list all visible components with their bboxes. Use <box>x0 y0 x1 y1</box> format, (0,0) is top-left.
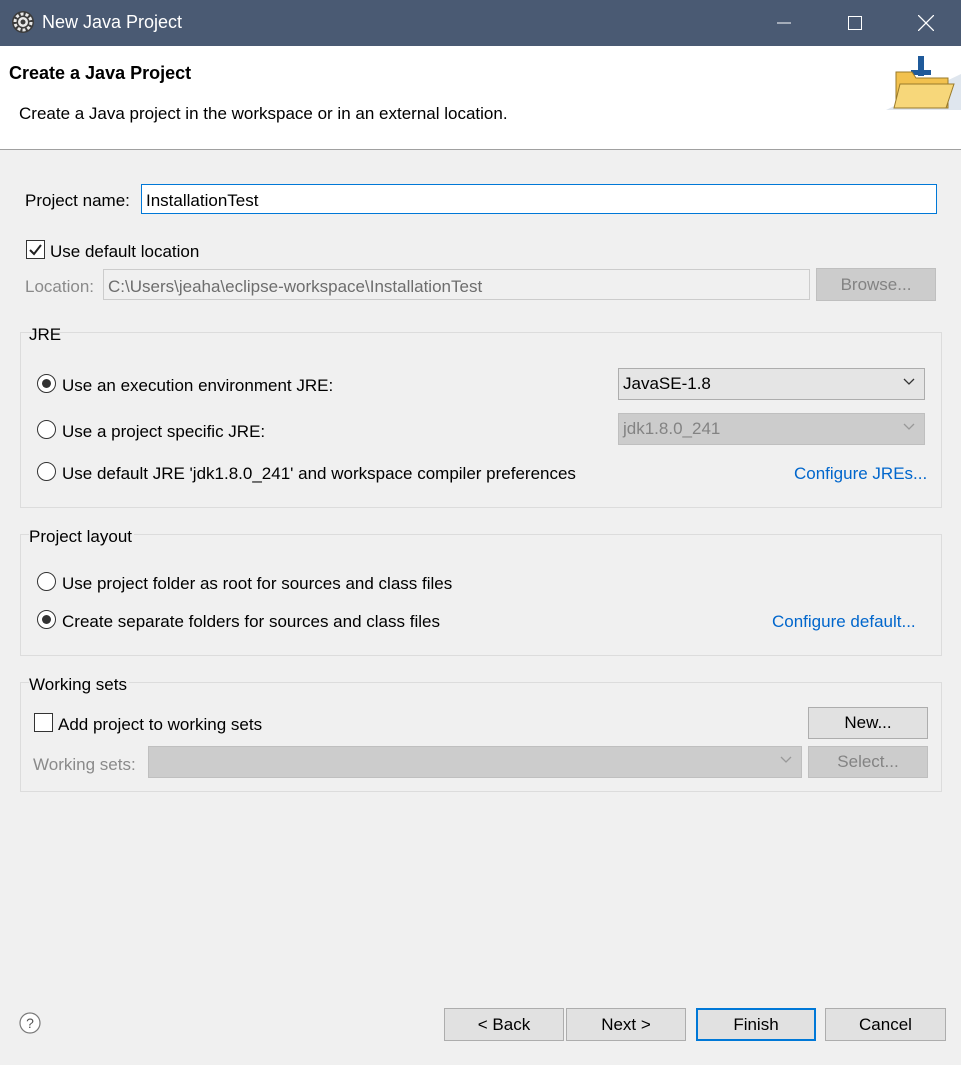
project-name-label: Project name: <box>25 191 130 210</box>
execution-env-value: JavaSE-1.8 <box>623 374 711 393</box>
close-icon <box>918 15 934 31</box>
layout-root-folder-label: Use project folder as root for sources a… <box>62 574 453 593</box>
maximize-button[interactable] <box>821 0 889 46</box>
select-working-sets-button[interactable]: Select... <box>808 746 928 778</box>
jre-group-label: JRE <box>29 325 62 344</box>
layout-separate-folders-radio[interactable] <box>37 610 56 629</box>
project-specific-jre-value: jdk1.8.0_241 <box>623 419 721 438</box>
jre-project-specific-radio[interactable] <box>37 420 56 439</box>
location-input[interactable]: C:\Users\jeaha\eclipse-workspace\Install… <box>103 269 810 300</box>
minimize-icon <box>777 22 791 24</box>
add-to-working-sets-checkbox[interactable] <box>34 713 53 732</box>
minimize-button[interactable] <box>750 0 818 46</box>
chevron-down-icon <box>903 423 915 430</box>
back-button[interactable]: < Back <box>444 1008 564 1041</box>
browse-button[interactable]: Browse... <box>816 268 936 301</box>
checkmark-icon <box>29 244 42 256</box>
use-default-location-label: Use default location <box>50 242 200 261</box>
close-button[interactable] <box>892 0 960 46</box>
configure-jres-link[interactable]: Configure JREs... <box>794 464 927 484</box>
title-bar: New Java Project <box>0 0 961 46</box>
window-title: New Java Project <box>42 12 183 32</box>
project-name-value: InstallationTest <box>146 191 259 210</box>
next-button[interactable]: Next > <box>566 1008 686 1041</box>
cancel-button[interactable]: Cancel <box>825 1008 946 1041</box>
add-to-working-sets-label: Add project to working sets <box>58 715 263 734</box>
jre-execution-env-label: Use an execution environment JRE: <box>62 376 334 395</box>
wizard-header: Create a Java Project Create a Java proj… <box>0 46 961 150</box>
configure-default-link[interactable]: Configure default... <box>772 612 916 632</box>
use-default-location-checkbox[interactable] <box>26 240 45 259</box>
chevron-down-icon <box>780 756 792 763</box>
project-layout-group <box>20 534 942 656</box>
project-specific-jre-select[interactable]: jdk1.8.0_241 <box>618 413 925 445</box>
layout-root-folder-radio[interactable] <box>37 572 56 591</box>
help-icon[interactable]: ? <box>19 1012 41 1034</box>
location-label: Location: <box>25 277 94 296</box>
location-value: C:\Users\jeaha\eclipse-workspace\Install… <box>108 277 483 296</box>
execution-env-select[interactable]: JavaSE-1.8 <box>618 368 925 400</box>
eclipse-gear-icon <box>12 11 34 33</box>
button-bar: ? < Back Next > Finish Cancel <box>0 984 961 1065</box>
page-title: Create a Java Project <box>9 63 192 83</box>
finish-button[interactable]: Finish <box>696 1008 816 1041</box>
java-project-folder-icon <box>886 56 961 110</box>
page-description: Create a Java project in the workspace o… <box>19 104 508 123</box>
working-sets-group-label: Working sets <box>29 675 129 695</box>
jre-execution-env-radio[interactable] <box>37 374 56 393</box>
svg-text:?: ? <box>26 1015 34 1031</box>
jre-project-specific-label: Use a project specific JRE: <box>62 422 266 441</box>
new-working-set-button[interactable]: New... <box>808 707 928 739</box>
project-layout-group-label: Project layout <box>29 527 134 547</box>
jre-default-radio[interactable] <box>37 462 56 481</box>
chevron-down-icon <box>903 378 915 385</box>
project-name-input[interactable]: InstallationTest <box>141 184 937 214</box>
jre-default-label: Use default JRE 'jdk1.8.0_241' and works… <box>62 464 576 483</box>
layout-separate-folders-label: Create separate folders for sources and … <box>62 612 440 631</box>
working-sets-select[interactable] <box>148 746 802 778</box>
maximize-icon <box>848 16 862 30</box>
working-sets-label: Working sets: <box>33 755 136 774</box>
